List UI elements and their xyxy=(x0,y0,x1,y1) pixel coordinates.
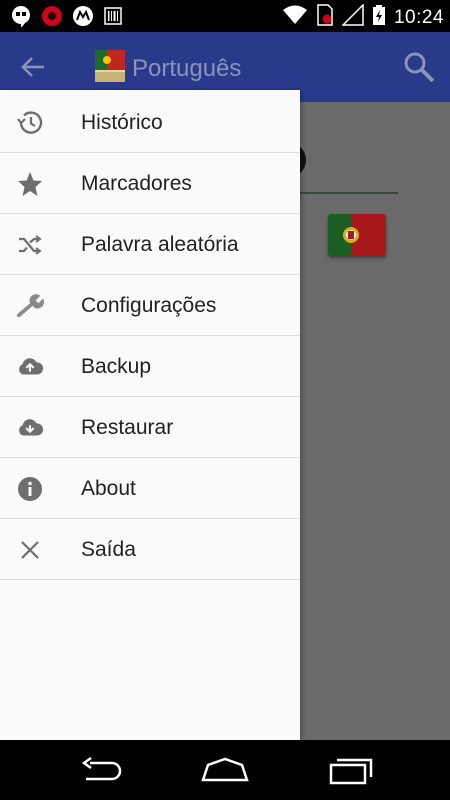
star-icon xyxy=(16,170,44,198)
menu-item-about[interactable]: About xyxy=(0,458,300,519)
history-icon xyxy=(16,109,44,137)
menu-item-label: Palavra aleatória xyxy=(81,233,239,256)
portugal-flag-icon xyxy=(328,214,386,256)
recents-nav-icon[interactable] xyxy=(328,755,378,785)
motorola-icon xyxy=(72,5,94,32)
app-title-group: Português xyxy=(94,48,241,89)
menu-item-restore[interactable]: Restaurar xyxy=(0,397,300,458)
arrow-back-icon[interactable] xyxy=(18,52,48,82)
system-nav-bar xyxy=(0,740,450,800)
clock: 10:24 xyxy=(393,6,444,28)
info-icon xyxy=(16,475,44,503)
page-title: Português xyxy=(132,54,242,82)
home-nav-icon[interactable] xyxy=(200,755,250,785)
menu-item-label: About xyxy=(81,477,136,500)
navigation-drawer: Histórico Marcadores Palavra aleatória C… xyxy=(0,90,300,740)
status-bar: 10:24 xyxy=(0,0,450,32)
input-underline xyxy=(300,192,398,194)
back-nav-icon[interactable] xyxy=(78,755,128,785)
cloud-download-icon xyxy=(16,414,44,442)
wrench-icon xyxy=(16,292,44,320)
menu-item-label: Backup xyxy=(81,355,152,378)
shuffle-icon xyxy=(16,231,44,259)
menu-item-label: Saída xyxy=(81,538,136,561)
menu-item-random-word[interactable]: Palavra aleatória xyxy=(0,214,300,275)
menu-item-exit[interactable]: Saída xyxy=(0,519,300,580)
book-flag-icon xyxy=(94,48,126,89)
barcode-icon xyxy=(103,6,123,31)
menu-item-bookmarks[interactable]: Marcadores xyxy=(0,153,300,214)
menu-item-label: Histórico xyxy=(81,111,163,134)
hangouts-icon xyxy=(10,5,32,32)
search-icon[interactable] xyxy=(402,50,436,84)
cloud-upload-icon xyxy=(16,353,44,381)
menu-item-backup[interactable]: Backup xyxy=(0,336,300,397)
menu-item-label: Marcadores xyxy=(81,172,192,195)
record-icon xyxy=(41,5,63,32)
menu-item-settings[interactable]: Configurações xyxy=(0,275,300,336)
battery-icon xyxy=(372,4,386,31)
wifi-icon xyxy=(282,5,308,30)
signal-icon xyxy=(341,3,364,31)
menu-item-label: Configurações xyxy=(81,294,217,317)
close-icon xyxy=(16,536,44,564)
sim-icon xyxy=(316,4,334,31)
menu-item-label: Restaurar xyxy=(81,416,174,439)
menu-item-history[interactable]: Histórico xyxy=(0,92,300,153)
